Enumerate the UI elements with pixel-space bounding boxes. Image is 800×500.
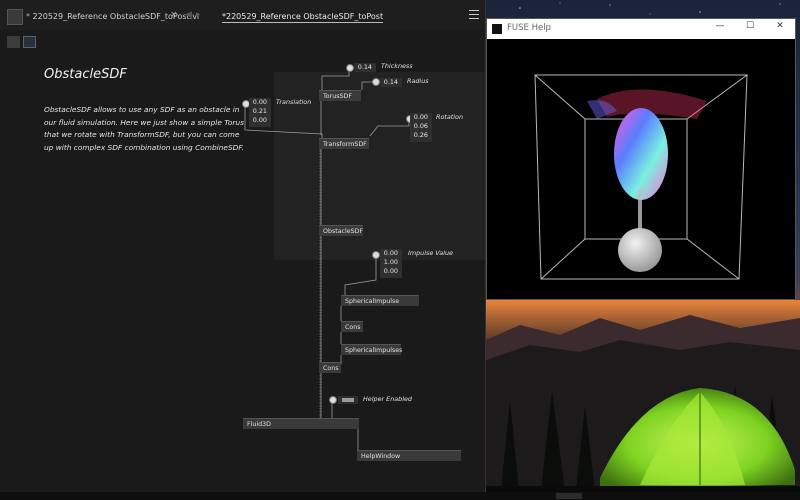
rotation-label: Rotation (436, 113, 464, 121)
rotation-vector[interactable]: 0.00 0.06 0.26 (410, 113, 432, 142)
helper-enabled-label: Helper Enabled (363, 395, 412, 403)
impulse-z: 0.00 (383, 267, 398, 275)
translation-y: 0.21 (252, 107, 267, 115)
rotation-z: 0.26 (413, 131, 428, 139)
helper-pin-icon[interactable] (329, 396, 337, 404)
taskbar (0, 492, 800, 500)
helper-enabled-toggle[interactable] (338, 396, 358, 404)
radius-pin-icon[interactable] (372, 78, 380, 86)
node-cons[interactable]: Cons (341, 321, 363, 332)
node-cons-2[interactable]: Cons (319, 362, 341, 373)
fluid-torus-shape (614, 108, 668, 200)
window-app-icon (492, 24, 502, 34)
rotation-y: 0.06 (413, 122, 428, 130)
node-fluid3d[interactable]: Fluid3D (243, 418, 359, 429)
node-torus-sdf[interactable]: TorusSDF (319, 90, 361, 101)
radius-value[interactable]: 0.14 (380, 78, 402, 87)
node-spherical-impulses[interactable]: SphericalImpulses (341, 344, 402, 355)
thickness-label: Thickness (381, 62, 413, 70)
thickness-pin-icon[interactable] (346, 64, 354, 72)
impulse-label: Impulse Value (408, 249, 453, 257)
translation-label: Translation (276, 98, 312, 106)
minimize-icon[interactable]: — (712, 21, 728, 31)
thickness-value[interactable]: 0.14 (354, 63, 376, 72)
translation-vector[interactable]: 0.00 0.21 0.00 (249, 98, 271, 127)
impulse-sphere (618, 228, 662, 272)
impulse-vector[interactable]: 0.00 1.00 0.00 (380, 249, 402, 278)
help-window-title: FUSE Help (507, 23, 551, 33)
fluid-render-viewport[interactable] (487, 39, 795, 299)
impulse-x: 0.00 (383, 249, 398, 257)
translation-x: 0.00 (252, 98, 267, 106)
fuse-help-window: FUSE Help — ☐ ✕ (486, 18, 796, 300)
impulse-y: 1.00 (383, 258, 398, 266)
maximize-icon[interactable]: ☐ (742, 21, 758, 31)
rotation-x: 0.00 (413, 113, 428, 121)
close-icon[interactable]: ✕ (772, 21, 788, 31)
impulse-pin-icon[interactable] (372, 251, 380, 259)
taskbar-app-item[interactable] (556, 493, 582, 499)
patch-editor-window: * 220529_Reference ObstacleSDF_toPost.vl… (0, 0, 486, 492)
help-window-titlebar: FUSE Help — ☐ ✕ (487, 19, 795, 39)
node-help-window[interactable]: HelpWindow (357, 450, 461, 461)
node-spherical-impulse[interactable]: SphericalImpulse (341, 295, 419, 306)
radius-label: Radius (407, 77, 429, 85)
node-obstacle-sdf[interactable]: ObstacleSDF (319, 225, 363, 236)
node-transform-sdf[interactable]: TransformSDF (319, 138, 369, 149)
translation-z: 0.00 (252, 116, 267, 124)
